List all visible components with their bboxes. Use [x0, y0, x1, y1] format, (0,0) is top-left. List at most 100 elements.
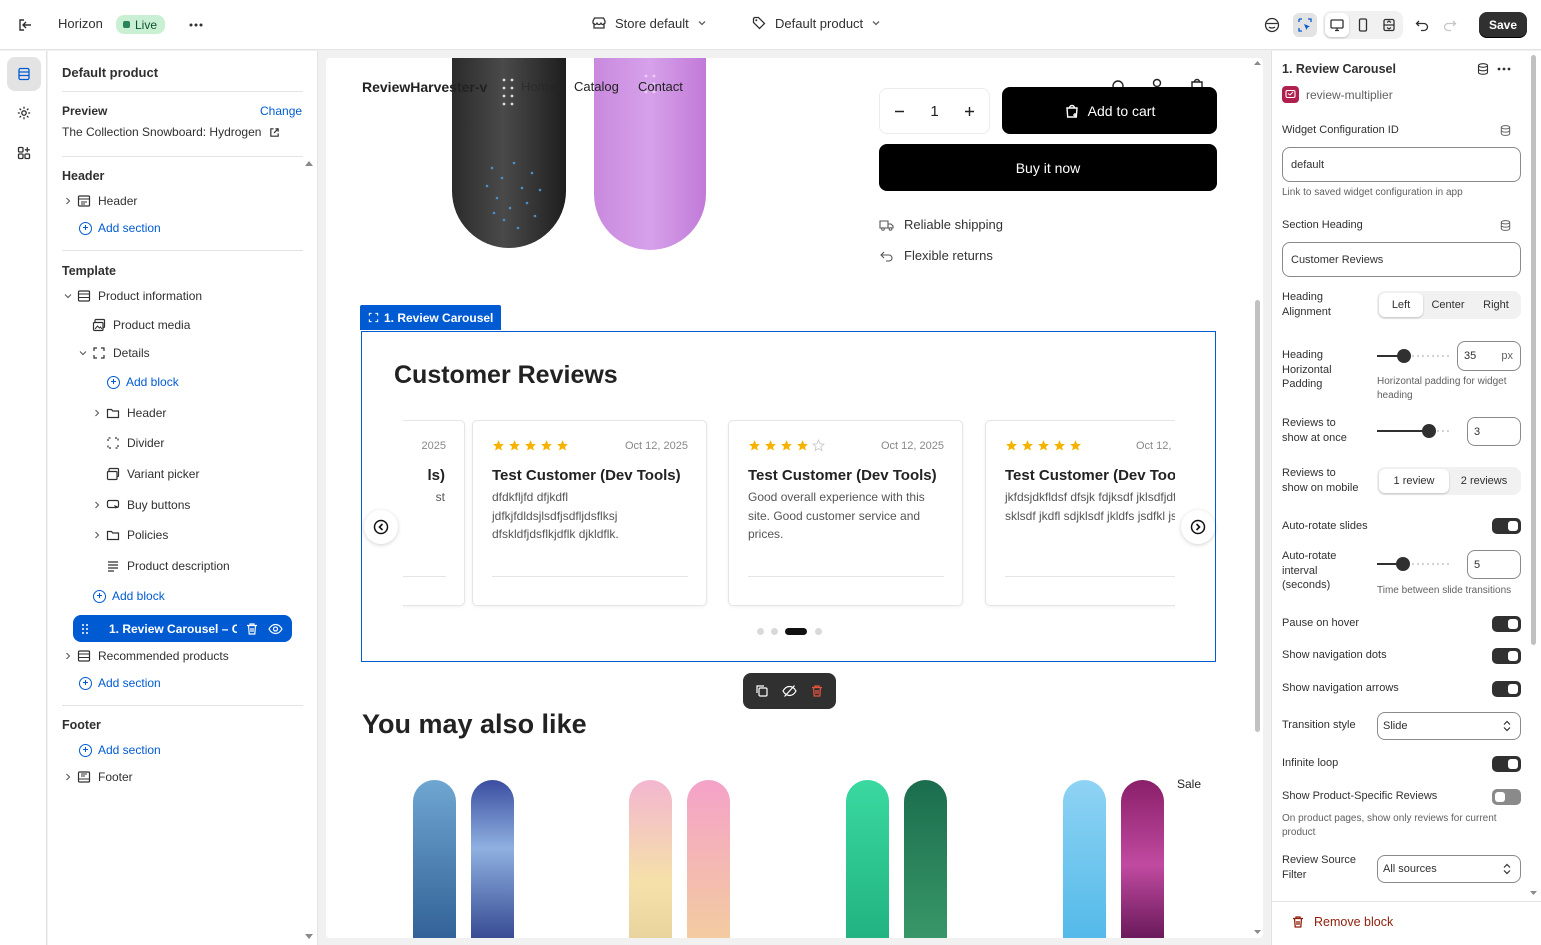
section-heading-input[interactable]: Customer Reviews: [1282, 242, 1521, 277]
alignment-center-option[interactable]: Center: [1423, 293, 1473, 317]
recommended-product-image[interactable]: [904, 780, 947, 938]
recommended-product-image[interactable]: [1121, 780, 1164, 938]
desktop-view-icon[interactable]: [1325, 13, 1349, 37]
drag-handle-icon[interactable]: [73, 623, 97, 635]
scroll-down-arrow-icon[interactable]: [304, 933, 314, 941]
more-actions-icon[interactable]: [184, 13, 208, 37]
hide-icon[interactable]: [782, 684, 797, 698]
carousel-dot[interactable]: [771, 628, 778, 635]
add-block-details[interactable]: Add block: [107, 371, 179, 393]
tree-item-header[interactable]: Header: [61, 190, 137, 212]
auto-rotate-interval-slider[interactable]: [1377, 557, 1449, 571]
recommended-product-image[interactable]: [846, 780, 889, 938]
widget-config-input[interactable]: default: [1282, 147, 1521, 182]
recommended-product-image[interactable]: [471, 780, 514, 938]
mobile-1-review-option[interactable]: 1 review: [1379, 469, 1449, 493]
apps-icon[interactable]: [7, 136, 41, 170]
nav-link-catalog[interactable]: Catalog: [574, 79, 619, 94]
delete-icon[interactable]: [245, 622, 259, 636]
duplicate-icon[interactable]: [755, 684, 769, 698]
tree-item-product-information[interactable]: Product information: [61, 285, 202, 307]
change-preview-link[interactable]: Change: [260, 104, 302, 118]
recommended-product-image[interactable]: [629, 780, 672, 938]
nav-link-contact[interactable]: Contact: [638, 79, 683, 94]
preview-scrollbar[interactable]: [1255, 300, 1260, 732]
theme-settings-icon[interactable]: [7, 96, 41, 130]
carousel-next-button[interactable]: [1181, 510, 1215, 544]
auto-rotate-toggle[interactable]: [1492, 518, 1521, 534]
preview-product[interactable]: The Collection Snowboard: Hydrogen: [62, 125, 280, 139]
tree-item-review-carousel[interactable]: 1. Review Carousel – C...: [73, 615, 292, 642]
alignment-left-option[interactable]: Left: [1379, 293, 1423, 317]
review-carousel[interactable]: Customer Reviews 2025 ls) st Oct 12, 202…: [361, 331, 1216, 662]
redo-icon[interactable]: [1438, 13, 1462, 37]
add-section-footer[interactable]: Add section: [79, 739, 161, 761]
add-section-template[interactable]: Add section: [79, 672, 161, 694]
plus-icon[interactable]: [964, 106, 975, 117]
tree-item-footer[interactable]: Footer: [61, 766, 133, 788]
mobile-2-reviews-option[interactable]: 2 reviews: [1449, 469, 1519, 493]
slider-knob[interactable]: [1421, 424, 1436, 438]
slider-knob[interactable]: [1397, 349, 1412, 363]
remove-block-button[interactable]: Remove block: [1291, 915, 1393, 929]
buy-now-button[interactable]: Buy it now: [879, 144, 1217, 191]
nav-link-home[interactable]: Home: [521, 79, 556, 94]
tree-item-buy-buttons[interactable]: Buy buttons: [90, 494, 190, 516]
carousel-dot[interactable]: [757, 628, 764, 635]
recommended-product-image[interactable]: [687, 780, 730, 938]
tree-item-product-description[interactable]: Product description: [104, 555, 230, 577]
full-width-view-icon[interactable]: [1377, 13, 1401, 37]
recommended-product-image[interactable]: [1063, 780, 1106, 938]
reviews-at-once-slider[interactable]: [1377, 424, 1449, 438]
sections-icon[interactable]: [7, 57, 41, 91]
heading-padding-slider[interactable]: [1377, 349, 1449, 363]
scroll-up-arrow-icon[interactable]: [1253, 59, 1262, 66]
undo-icon[interactable]: [1410, 13, 1434, 37]
selected-block-tag[interactable]: 1. Review Carousel: [360, 305, 502, 330]
tree-item-variant-picker[interactable]: Variant picker: [104, 463, 199, 485]
show-dots-toggle[interactable]: [1492, 648, 1521, 664]
scroll-down-arrow-icon[interactable]: [1529, 890, 1538, 897]
database-icon[interactable]: [1476, 62, 1490, 76]
exit-icon[interactable]: [13, 13, 37, 37]
tree-item-divider[interactable]: Divider: [104, 432, 164, 454]
tree-item-product-media[interactable]: Product media: [90, 314, 190, 336]
more-icon[interactable]: [1497, 62, 1511, 76]
source-filter-select[interactable]: All sources: [1377, 855, 1521, 883]
mobile-view-icon[interactable]: [1351, 13, 1375, 37]
accessibility-icon[interactable]: [1260, 13, 1284, 37]
recommended-product-image[interactable]: [413, 780, 456, 938]
auto-rotate-interval-input[interactable]: 5: [1467, 550, 1521, 579]
store-logo[interactable]: ReviewHarvester-v: [362, 79, 487, 95]
inspector-icon[interactable]: [1293, 13, 1317, 37]
heading-padding-input[interactable]: 35 px: [1457, 341, 1521, 371]
add-to-cart-button[interactable]: Add to cart: [1002, 87, 1217, 134]
reviews-at-once-input[interactable]: 3: [1467, 417, 1521, 446]
settings-scrollbar[interactable]: [1531, 55, 1536, 645]
scroll-down-arrow-icon[interactable]: [1253, 929, 1262, 936]
eye-icon[interactable]: [268, 622, 283, 636]
add-block-product-info[interactable]: Add block: [93, 585, 165, 607]
delete-icon[interactable]: [810, 684, 824, 698]
product-specific-toggle[interactable]: [1492, 789, 1521, 805]
template-selector[interactable]: Default product: [751, 15, 881, 31]
dynamic-source-icon[interactable]: [1499, 219, 1512, 232]
tree-item-recommended-products[interactable]: Recommended products: [61, 645, 229, 667]
quantity-stepper[interactable]: 1: [879, 88, 990, 134]
show-arrows-toggle[interactable]: [1492, 681, 1521, 697]
tree-item-policies[interactable]: Policies: [90, 524, 168, 546]
transition-select[interactable]: Slide: [1377, 712, 1521, 740]
quantity-value[interactable]: 1: [930, 103, 938, 120]
minus-icon[interactable]: [894, 106, 905, 117]
dynamic-source-icon[interactable]: [1499, 124, 1512, 137]
store-context-selector[interactable]: Store default: [591, 15, 707, 31]
slider-knob[interactable]: [1395, 557, 1410, 571]
pause-hover-toggle[interactable]: [1492, 616, 1521, 632]
carousel-dot[interactable]: [815, 628, 822, 635]
carousel-dot-active[interactable]: [785, 628, 807, 635]
alignment-right-option[interactable]: Right: [1473, 293, 1519, 317]
carousel-prev-button[interactable]: [364, 510, 398, 544]
scroll-up-arrow-icon[interactable]: [304, 159, 314, 167]
infinite-loop-toggle[interactable]: [1492, 756, 1521, 772]
save-button[interactable]: Save: [1479, 12, 1527, 38]
